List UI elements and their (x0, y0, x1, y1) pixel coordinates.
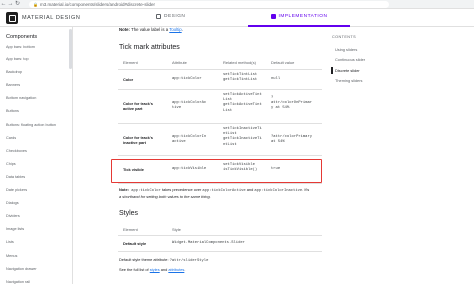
table-divider (118, 235, 322, 236)
row-active-methods: setTickActiveTint List getTickActiveTint… (223, 93, 262, 113)
table-divider (118, 251, 322, 252)
browser-toolbar: ← → ↻ 🔒 m3.material.io/components/slider… (0, 0, 474, 9)
table-of-contents: CONTENTS Using sliders Continuous slider… (327, 27, 474, 284)
sidebar-item[interactable]: App bars: bottom (6, 45, 35, 49)
row-active-element: Color for track's active part (123, 101, 153, 112)
tab-implementation-label: IMPLEMENTATION (278, 14, 328, 19)
tab-design-label: DESIGN (164, 14, 186, 19)
sidebar-item[interactable]: Cards (6, 136, 16, 140)
row-color-element: Color (123, 77, 134, 82)
default-theme-line: Default style theme attribute: ?attr/sli… (119, 257, 208, 263)
tick-mark-heading: Tick mark attributes (119, 44, 180, 51)
full-list-suffix: . (184, 267, 186, 272)
sidebar-item[interactable]: Bottom navigation (6, 96, 36, 100)
sidebar-item[interactable]: App bars: top (6, 57, 29, 61)
tooltip-link[interactable]: Tooltip (169, 27, 181, 32)
forward-icon[interactable]: → (7, 0, 14, 9)
table-header-methods: Related method(s) (223, 60, 256, 65)
code-icon (270, 14, 276, 19)
sidebar-item[interactable]: Banners (6, 83, 20, 87)
sidebar-item[interactable]: Buttons (6, 109, 19, 113)
styles-header-element: Element (123, 227, 138, 232)
sidebar-item[interactable]: Chips (6, 162, 16, 166)
toc-item-discrete-slider[interactable]: Discrete slider (335, 68, 360, 73)
toc-active-indicator (331, 67, 333, 74)
note2-code-inactive: app:tickColorInactive (254, 189, 303, 193)
styles-row-element: Default style (123, 241, 147, 246)
toc-item-continuous-slider[interactable]: Continuous slider (335, 57, 365, 62)
address-bar[interactable]: 🔒 m3.material.io/components/sliders/andr… (29, 0, 389, 8)
design-icon (156, 14, 161, 19)
row-inactive-methods: setTickInactiveTi ntList getTickInactive… (223, 127, 262, 147)
full-list-line: See the full list of styles and attribut… (119, 267, 185, 272)
sidebar-item[interactable]: Backdrop (6, 70, 22, 74)
attributes-link[interactable]: attributes (168, 267, 184, 272)
table-header-attribute: Attribute (172, 60, 187, 65)
styles-header-style: Style (172, 227, 181, 232)
sidebar-title: Components (6, 34, 38, 40)
reload-icon[interactable]: ↻ (14, 0, 21, 9)
lock-icon: 🔒 (33, 1, 38, 7)
note2-text-a: takes precedence over (160, 187, 203, 192)
highlight-annotation (111, 159, 322, 183)
sidebar-item[interactable]: Image lists (6, 227, 24, 231)
note-text: The value label is a (129, 27, 170, 32)
note2-code-tickcolor: app:tickColor (128, 189, 161, 193)
back-icon[interactable]: ← (0, 0, 7, 9)
table-header-element: Element (123, 60, 138, 65)
sidebar-item[interactable]: Data tables (6, 175, 25, 179)
table-divider (118, 123, 322, 124)
url-text: m3.material.io/components/sliders/androi… (39, 1, 156, 7)
sidebar-item[interactable]: Checkboxes (6, 149, 27, 153)
row-inactive-element: Color for track's inactive part (123, 135, 153, 146)
sidebar-item[interactable]: Navigation rail (6, 280, 30, 284)
material-logo-icon[interactable] (6, 12, 18, 24)
table-divider (118, 69, 322, 70)
main-content: Note: The value label is a Tooltip. Tick… (74, 27, 326, 284)
toc-item-using-sliders[interactable]: Using sliders (335, 47, 357, 52)
row-color-methods: setTickTintList getTickTintList (223, 73, 258, 83)
sidebar-item[interactable]: Buttons: floating action button (6, 123, 56, 127)
styles-heading: Styles (119, 210, 139, 217)
sidebar-item[interactable]: Dialogs (6, 201, 19, 205)
tab-design[interactable]: DESIGN (156, 13, 185, 27)
styles-row-style: Widget.MaterialComponents.Slider (172, 241, 245, 245)
sidebar-scrollbar[interactable] (69, 29, 72, 69)
site-header: MATERIAL DESIGN DESIGN IMPLEMENTATION (0, 9, 474, 27)
styles-link[interactable]: styles (150, 267, 160, 272)
default-theme-attr: ?attr/sliderStyle (169, 259, 209, 263)
table-divider (118, 183, 322, 184)
sidebar: Components App bars: bottom App bars: to… (0, 27, 73, 284)
value-label-note: Note: The value label is a Tooltip. (119, 27, 183, 32)
table-divider (118, 155, 322, 156)
row-inactive-default: ?attr/colorPrimary at 54% (271, 135, 313, 145)
row-color-attribute: app:tickColor (172, 77, 202, 81)
note2-text-c: . It's (302, 187, 310, 192)
precedence-note: Note: app:tickColor takes precedence ove… (119, 187, 309, 193)
sidebar-item[interactable]: Dividers (6, 214, 20, 218)
sidebar-item[interactable]: Lists (6, 240, 14, 244)
sidebar-item[interactable]: Navigation drawer (6, 267, 37, 271)
note-prefix: Note: (119, 27, 130, 32)
toc-title: CONTENTS (332, 35, 357, 39)
default-theme-text: Default style theme attribute: (119, 257, 170, 262)
sidebar-item[interactable]: Menus (6, 254, 17, 258)
precedence-note-line2: a shorthand for setting both values to t… (119, 194, 211, 199)
row-color-default: null (271, 77, 281, 81)
row-inactive-attribute: app:tickColorIn active (172, 135, 207, 145)
row-active-attribute: app:tickColorAc tive (172, 101, 207, 111)
row-active-default: ? attr/colorOnPrimar y at 54% (271, 96, 313, 111)
note-suffix: . (181, 27, 183, 32)
brand-title[interactable]: MATERIAL DESIGN (22, 15, 81, 21)
tab-implementation[interactable]: IMPLEMENTATION (248, 13, 350, 27)
full-list-prefix: See the full list of (119, 267, 150, 272)
table-divider (118, 89, 322, 90)
note2-code-active: app:tickColorActive (202, 189, 246, 193)
sidebar-item[interactable]: Date pickers (6, 188, 27, 192)
note2-prefix: Note: (119, 187, 129, 192)
table-header-default: Default value (271, 60, 295, 65)
toc-item-theming-sliders[interactable]: Theming sliders (335, 78, 362, 83)
